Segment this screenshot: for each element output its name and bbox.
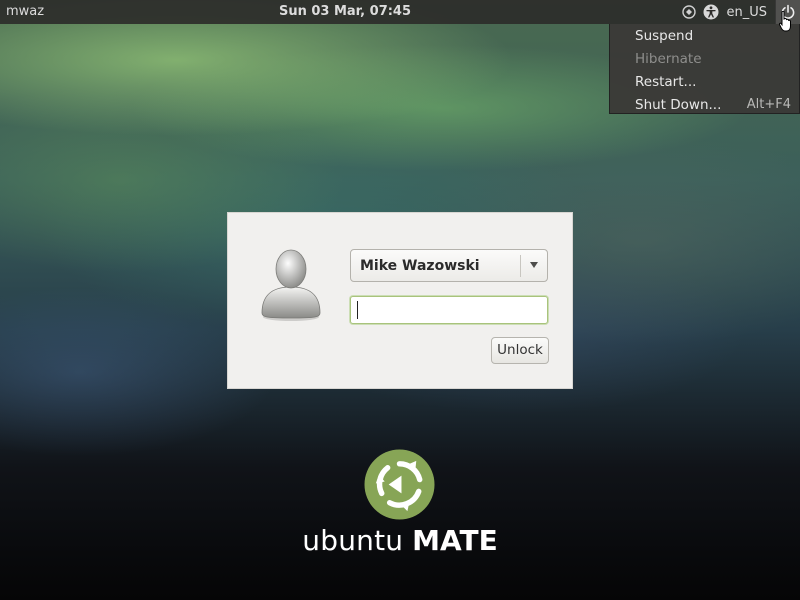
mouse-cursor-icon [779, 11, 791, 32]
accessibility-icon[interactable] [700, 0, 722, 24]
selected-user-name: Mike Wazowski [360, 258, 480, 274]
unlock-button[interactable]: Unlock [491, 337, 549, 364]
menu-item-shutdown[interactable]: Shut Down... Alt+F4 [610, 95, 799, 118]
ubuntu-mate-wordmark: ubuntu MATE [0, 524, 800, 557]
menu-item-restart[interactable]: Restart... [610, 72, 799, 95]
menu-accelerator: Alt+F4 [746, 97, 791, 112]
language-indicator[interactable]: en_US [726, 5, 767, 20]
select-divider [520, 255, 521, 277]
wordmark-ubuntu: ubuntu [302, 524, 404, 557]
menu-item-label: Suspend [635, 28, 694, 44]
menu-item-label: Restart... [635, 74, 697, 90]
user-select[interactable]: Mike Wazowski [350, 249, 548, 282]
top-panel: mwaz Sun 03 Mar, 07:45 en_US [0, 0, 800, 24]
password-input[interactable] [350, 296, 548, 324]
avatar [261, 249, 321, 321]
menu-item-label: Hibernate [635, 51, 702, 67]
power-menu: Suspend Hibernate Restart... Shut Down..… [609, 24, 800, 114]
wordmark-mate: MATE [412, 524, 498, 557]
menu-item-suspend[interactable]: Suspend [610, 26, 799, 49]
text-caret [357, 301, 358, 319]
network-icon[interactable] [678, 0, 700, 24]
panel-clock[interactable]: Sun 03 Mar, 07:45 [0, 4, 690, 19]
unlock-dialog: Mike Wazowski Unlock [227, 212, 573, 389]
menu-item-hibernate: Hibernate [610, 49, 799, 72]
menu-item-label: Shut Down... [635, 97, 722, 113]
ubuntu-mate-logo-icon [364, 449, 435, 520]
chevron-down-icon [530, 262, 538, 268]
